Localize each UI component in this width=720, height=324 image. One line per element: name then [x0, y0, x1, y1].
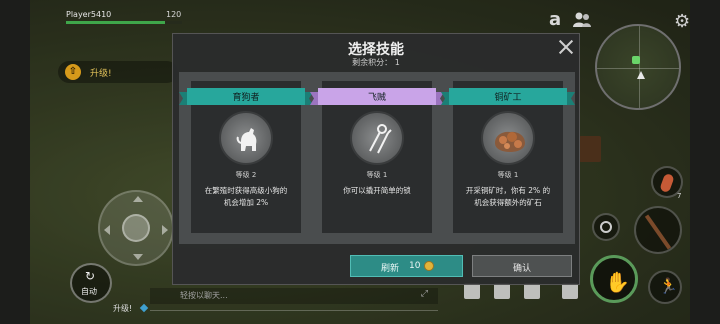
auto-cycle-icon: ↻: [85, 269, 96, 283]
chat-input[interactable]: 轻按以聊天... ⤢: [150, 288, 438, 304]
skill-description-line: 你可以撬开简单的锁: [343, 186, 411, 195]
feather-icon: [659, 172, 675, 194]
skill-description: 在繁殖时获得高级小狗的 机会增加 2%: [195, 185, 297, 209]
minimap-crosshair-v: [639, 26, 640, 108]
joystick-knob[interactable]: [122, 214, 150, 242]
skill-card-thief[interactable]: 飞贼 等级 1 你可以撬开简单的锁: [310, 81, 444, 233]
skill-level: 等级 2: [235, 171, 257, 179]
skill-level: 等级 1: [366, 171, 388, 179]
hand-icon: ✋: [605, 270, 630, 294]
auto-label: 自动: [81, 287, 97, 296]
dog-icon: [219, 111, 273, 165]
tree-stump: [579, 136, 601, 162]
refresh-cost: 10: [409, 261, 421, 271]
skill-level: 等级 1: [497, 171, 519, 179]
skill-card-copper-miner[interactable]: 铜矿工 等级 1 开采铜矿时，你有 2% 的 机会获得额外的矿石: [441, 81, 575, 233]
pile-icon[interactable]: [464, 283, 480, 299]
close-button[interactable]: [557, 38, 575, 56]
auto-button[interactable]: ↻ 自动: [70, 263, 112, 303]
chat-placeholder: 轻按以聊天...: [180, 291, 228, 300]
card-ribbon: 飞贼: [310, 88, 444, 105]
friends-icon[interactable]: [572, 11, 592, 29]
skill-description-line: 机会获得额外的矿石: [474, 198, 542, 207]
card-ribbon: 育狗者: [179, 88, 313, 105]
player-name: Player5410: [66, 10, 112, 19]
health-bar-fill: [66, 21, 165, 24]
joystick-up-arrow-icon: [133, 196, 143, 202]
skill-description: 你可以撬开简单的锁: [326, 185, 428, 197]
minimap-player-arrow-icon: [637, 71, 645, 79]
skill-description-line: 在繁殖时获得高级小狗的: [204, 186, 288, 195]
minimap-crosshair-h: [597, 68, 679, 69]
chat-levelup-text: 升级!: [113, 304, 133, 313]
dialog-title: 选择技能: [348, 42, 404, 58]
movement-joystick[interactable]: [98, 190, 174, 266]
levelup-notification[interactable]: ⇧ 升级!: [58, 61, 178, 83]
screen-edge-right: [690, 0, 720, 324]
skill-description: 开采铜矿时，你有 2% 的 机会获得额外的矿石: [457, 185, 559, 209]
target-lock-button[interactable]: [592, 213, 620, 241]
refresh-label: 刷新: [381, 264, 400, 274]
levelup-arrow-icon: ⇧: [65, 64, 81, 80]
feather-count: 7: [677, 192, 682, 200]
sprint-button[interactable]: 🏃: [648, 270, 682, 304]
spear-icon: [644, 214, 672, 250]
levelup-text: 升级!: [90, 69, 112, 79]
minimap-base-marker: [632, 56, 640, 64]
skill-description-line: 开采铜矿时，你有 2% 的: [465, 186, 551, 195]
skill-description-line: 机会增加 2%: [223, 198, 269, 207]
chat-divider: [150, 310, 438, 311]
target-icon: [600, 221, 612, 233]
running-man-icon: 🏃: [659, 277, 678, 295]
remaining-points: 剩余积分： 1: [352, 58, 400, 67]
map-icon[interactable]: [524, 283, 540, 299]
gather-button[interactable]: ✋: [590, 255, 638, 303]
joystick-down-arrow-icon: [133, 254, 143, 260]
skill-name: 铜矿工: [494, 93, 522, 103]
health-bar: [66, 21, 182, 24]
coin-icon: [424, 261, 434, 271]
box-icon[interactable]: [562, 283, 578, 299]
letter-a-icon[interactable]: a: [549, 9, 561, 30]
confirm-label: 确认: [512, 264, 531, 274]
minimap[interactable]: [595, 24, 681, 110]
joystick-left-arrow-icon: [104, 225, 110, 235]
ribbon-body: 铜矿工: [449, 88, 567, 105]
skill-select-dialog: 选择技能 剩余积分： 1 育狗者 等级 2 在繁殖时获得高级小狗的 机会增加 2…: [172, 33, 580, 285]
screen-edge-left: [0, 0, 30, 324]
chat-expand-icon[interactable]: ⤢: [421, 289, 428, 299]
ribbon-body: 飞贼: [318, 88, 436, 105]
skill-name: 飞贼: [367, 93, 386, 103]
settings-gear-icon[interactable]: ⚙: [674, 11, 690, 32]
copper-ore-icon: [481, 111, 535, 165]
joystick-right-arrow-icon: [162, 225, 168, 235]
weapon-button[interactable]: [634, 206, 682, 254]
lockpick-icon: [350, 111, 404, 165]
skill-cards-area: 育狗者 等级 2 在繁殖时获得高级小狗的 机会增加 2% 飞贼 等级 1 你可以…: [179, 72, 575, 244]
skill-card-dog-breeder[interactable]: 育狗者 等级 2 在繁殖时获得高级小狗的 机会增加 2%: [179, 81, 313, 233]
confirm-button[interactable]: 确认: [472, 255, 572, 277]
ribbon-body: 育狗者: [187, 88, 305, 105]
quick-action-bar: [458, 283, 588, 303]
player-level: 120: [166, 10, 182, 19]
card-ribbon: 铜矿工: [441, 88, 575, 105]
stack-icon[interactable]: [494, 283, 510, 299]
refresh-button[interactable]: 刷新 10: [350, 255, 463, 277]
skill-name: 育狗者: [232, 93, 260, 103]
